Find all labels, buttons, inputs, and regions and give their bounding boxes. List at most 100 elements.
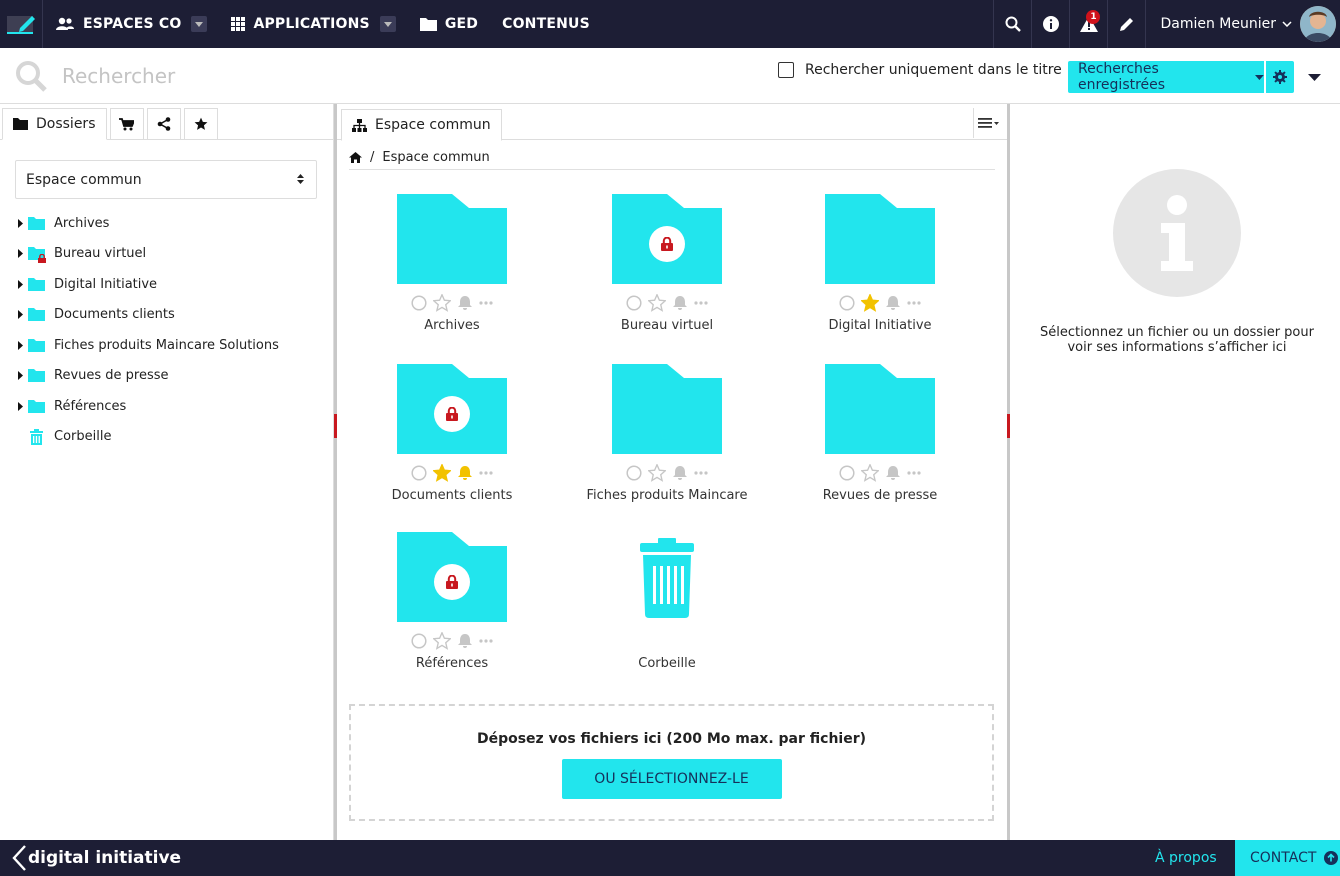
user-menu[interactable]: Damien Meunier xyxy=(1145,0,1340,48)
folder-item[interactable]: Digital Initiative xyxy=(790,194,970,333)
view-options-button[interactable] xyxy=(973,108,1003,138)
home-icon[interactable] xyxy=(349,152,362,163)
tree-item[interactable]: Fiches produits Maincare Solutions xyxy=(18,330,279,361)
folder-item[interactable]: Revues de presse xyxy=(790,364,970,503)
select-circle-icon[interactable] xyxy=(839,295,855,311)
tree-expander[interactable] xyxy=(18,218,28,228)
folder-item[interactable]: Archives xyxy=(362,194,542,333)
caret-right-icon[interactable] xyxy=(18,249,23,259)
bell-icon[interactable] xyxy=(885,295,901,311)
select-circle-icon[interactable] xyxy=(626,465,642,481)
info-button[interactable] xyxy=(1031,0,1069,48)
nav-applications[interactable]: APPLICATIONS xyxy=(219,0,407,48)
folder-item[interactable]: Bureau virtuel xyxy=(577,194,757,333)
tree-item[interactable]: Digital Initiative xyxy=(18,269,279,300)
saved-searches-button[interactable]: Recherches enregistrées xyxy=(1068,61,1264,93)
select-circle-icon[interactable] xyxy=(839,465,855,481)
nav-espaces-co-label: ESPACES CO xyxy=(83,16,182,32)
search-button[interactable] xyxy=(993,0,1031,48)
star-icon[interactable] xyxy=(861,464,879,482)
more-dots-icon[interactable] xyxy=(907,301,921,305)
folder-item[interactable]: Références xyxy=(362,532,542,671)
select-circle-icon[interactable] xyxy=(411,633,427,649)
file-dropzone[interactable]: Déposez vos fichiers ici (200 Mo max. pa… xyxy=(349,704,994,821)
select-circle-icon[interactable] xyxy=(626,295,642,311)
select-circle-icon[interactable] xyxy=(411,465,427,481)
tree-item[interactable]: Corbeille xyxy=(18,422,279,453)
tree-item-label: Documents clients xyxy=(54,307,175,323)
tree-expander[interactable] xyxy=(18,279,28,289)
breadcrumb-current[interactable]: Espace commun xyxy=(382,150,489,165)
bell-icon[interactable] xyxy=(457,295,473,311)
nav-ged[interactable]: GED xyxy=(408,0,490,48)
more-dots-icon[interactable] xyxy=(694,471,708,475)
tree-item-label: Revues de presse xyxy=(54,368,169,384)
folder-icon xyxy=(28,338,45,352)
more-dots-icon[interactable] xyxy=(479,471,493,475)
caret-right-icon[interactable] xyxy=(18,401,23,411)
more-dots-icon[interactable] xyxy=(694,301,708,305)
more-dots-icon[interactable] xyxy=(479,301,493,305)
chevron-down-icon[interactable] xyxy=(191,16,208,32)
bell-icon[interactable] xyxy=(457,465,473,481)
search-input[interactable] xyxy=(62,63,662,88)
caret-right-icon[interactable] xyxy=(18,310,23,320)
star-icon[interactable] xyxy=(433,632,451,650)
folder-item[interactable]: Documents clients xyxy=(362,364,542,503)
caret-down-icon[interactable] xyxy=(1308,74,1321,81)
tree-item[interactable]: Archives xyxy=(18,208,279,239)
folder-icon xyxy=(397,532,507,622)
tree-expander[interactable] xyxy=(18,340,28,350)
tree-expander[interactable] xyxy=(18,401,28,411)
caret-right-icon[interactable] xyxy=(18,371,23,381)
chevron-down-icon[interactable] xyxy=(379,16,396,32)
caret-right-icon[interactable] xyxy=(18,279,23,289)
search-settings-button[interactable] xyxy=(1266,61,1294,93)
tree-item[interactable]: Documents clients xyxy=(18,300,279,331)
info-icon xyxy=(1042,16,1059,32)
tree-expander[interactable] xyxy=(18,371,28,381)
contact-button[interactable]: CONTACT xyxy=(1235,840,1340,876)
footer-logo[interactable]: digital initiative xyxy=(12,845,181,871)
tab-espace-commun[interactable]: Espace commun xyxy=(341,109,502,141)
avatar[interactable] xyxy=(1300,6,1336,42)
more-dots-icon[interactable] xyxy=(907,471,921,475)
folder-item[interactable]: Fiches produits Maincare xyxy=(577,364,757,503)
trash-item[interactable]: Corbeille xyxy=(577,532,757,671)
more-dots-icon[interactable] xyxy=(479,639,493,643)
caret-right-icon[interactable] xyxy=(18,218,23,228)
star-icon[interactable] xyxy=(648,294,666,312)
tab-favorites[interactable] xyxy=(183,108,218,139)
title-only-option[interactable]: Rechercher uniquement dans le titre xyxy=(778,62,1062,78)
star-icon[interactable] xyxy=(433,294,451,312)
tab-cart[interactable] xyxy=(109,108,144,139)
tree-item[interactable]: Références xyxy=(18,391,279,422)
nav-contenus-label: CONTENUS xyxy=(502,16,590,32)
tree-expander[interactable] xyxy=(18,249,28,259)
star-icon[interactable] xyxy=(648,464,666,482)
bell-icon[interactable] xyxy=(457,633,473,649)
tab-dossiers[interactable]: Dossiers xyxy=(2,108,107,140)
caret-right-icon[interactable] xyxy=(18,340,23,350)
title-only-checkbox[interactable] xyxy=(778,62,794,78)
star-icon[interactable] xyxy=(861,294,879,312)
select-file-button[interactable]: OU SÉLECTIONNEZ-LE xyxy=(561,759,782,799)
tree-item[interactable]: Revues de presse xyxy=(18,361,279,392)
bell-icon[interactable] xyxy=(672,295,688,311)
nav-contenus[interactable]: CONTENUS xyxy=(490,0,602,48)
edit-button[interactable] xyxy=(1107,0,1145,48)
tree-expander[interactable] xyxy=(18,310,28,320)
app-logo[interactable] xyxy=(0,0,43,48)
alerts-button[interactable]: 1 xyxy=(1069,0,1107,48)
tab-shared[interactable] xyxy=(146,108,181,139)
nav-espaces-co[interactable]: ESPACES CO xyxy=(43,0,219,48)
bell-icon[interactable] xyxy=(672,465,688,481)
trash-icon xyxy=(30,428,43,445)
star-icon[interactable] xyxy=(433,464,451,482)
about-link[interactable]: À propos xyxy=(1155,850,1217,866)
space-select[interactable]: Espace commun xyxy=(15,160,317,199)
tree-item[interactable]: Bureau virtuel xyxy=(18,239,279,270)
bell-icon[interactable] xyxy=(885,465,901,481)
select-circle-icon[interactable] xyxy=(411,295,427,311)
search-icon xyxy=(16,60,47,92)
